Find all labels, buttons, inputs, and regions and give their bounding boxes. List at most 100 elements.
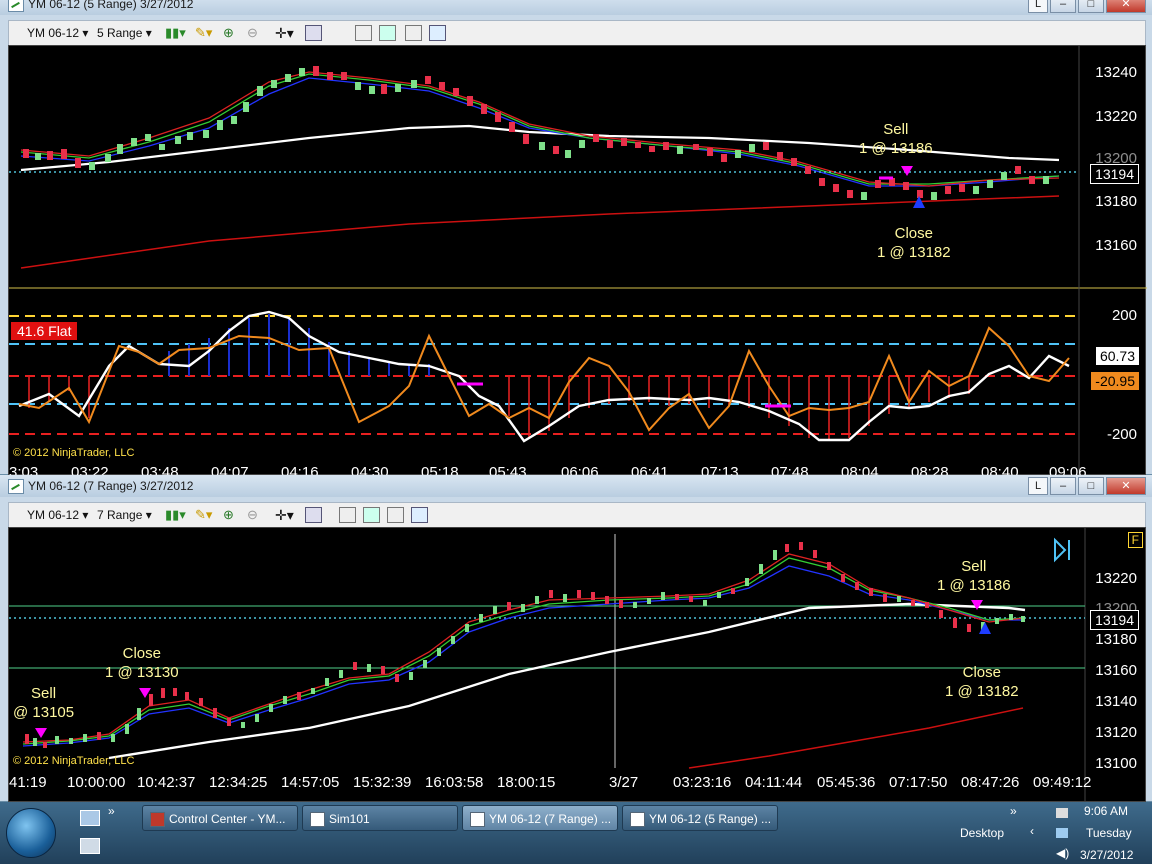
y-tick: 13160 [1095, 662, 1137, 679]
x-tick: 03:23:16 [673, 774, 732, 791]
show-desktop-icon[interactable] [80, 810, 100, 826]
instrument-select[interactable]: YM 06-12 ▾ [27, 508, 88, 522]
overflow-chevron-icon[interactable]: » [108, 804, 115, 818]
x-tick: 10:00:00 [67, 774, 126, 791]
lock-button[interactable]: L [1028, 0, 1048, 13]
x-tick: 04:11:44 [745, 774, 803, 791]
x-tick: 05:45:36 [817, 774, 876, 791]
close-annotation: Close 1 @ 13182 [877, 225, 951, 261]
sell-annotation: Sell 1 @ 13186 [859, 121, 933, 157]
network-icon[interactable] [1056, 808, 1068, 818]
price-chart-bottom[interactable]: 13220 13200 13180 13160 13140 13120 1310… [8, 527, 1146, 802]
desktop-toolbar-label[interactable]: Desktop [960, 826, 1004, 840]
sell-annotation: Sell @ 13105 [13, 685, 75, 721]
volume-icon[interactable]: ◀) [1056, 846, 1069, 860]
close-annotation: Close 1 @ 13182 [945, 664, 1019, 700]
chart-style-icon[interactable]: ▮▮▾ [165, 25, 186, 40]
fill-label[interactable]: F [1127, 532, 1143, 548]
y-tick: 13220 [1095, 108, 1137, 125]
indicator-y-tick: 200 [1111, 307, 1137, 324]
sell-annotation: Sell 1 @ 13186 [937, 558, 1011, 594]
indicator-y-tick: -200 [1106, 426, 1137, 443]
window-titlebar[interactable]: YM 06-12 (7 Range) 3/27/2012 L – □ ✕ [0, 475, 1152, 497]
buy-arrow [979, 622, 991, 634]
magnifier-icon[interactable] [305, 507, 322, 523]
x-tick: 16:03:58 [425, 774, 484, 791]
tray-overflow-icon[interactable]: » [1010, 804, 1017, 818]
x-tick: 07:17:50 [889, 774, 948, 791]
sell-arrow [35, 728, 47, 738]
x-tick: 15:32:39 [353, 774, 412, 791]
clock-date: 3/27/2012 [1080, 848, 1134, 862]
zoom-out-icon[interactable]: ⊖ [247, 25, 262, 40]
last-price-box: 13194 [1090, 610, 1139, 630]
chart-icon [470, 812, 485, 827]
period-select[interactable]: 5 Range ▾ [97, 26, 152, 40]
chart-icon [630, 812, 645, 827]
crosshair-icon[interactable]: ✛▾ [275, 507, 294, 523]
maximize-button[interactable]: □ [1078, 477, 1104, 495]
crosshair-icon[interactable]: ✛▾ [275, 25, 294, 41]
y-tick: 13140 [1095, 693, 1137, 710]
chart-window-7-range: YM 06-12 (7 Range) 3/27/2012 L – □ ✕ YM … [0, 475, 1152, 802]
clock-time[interactable]: 9:06 AM [1084, 804, 1128, 818]
indicator-value-orange: -20.95 [1091, 372, 1139, 390]
quicklaunch-icon[interactable] [80, 838, 100, 854]
last-price-box: 13194 [1090, 164, 1139, 184]
x-tick: 14:57:05 [281, 774, 340, 791]
close-button[interactable]: ✕ [1106, 0, 1146, 13]
close-button[interactable]: ✕ [1106, 477, 1146, 495]
window-title: YM 06-12 (7 Range) 3/27/2012 [28, 479, 194, 493]
minimize-button[interactable]: – [1050, 0, 1076, 13]
chart-toolbar: YM 06-12 ▾ 7 Range ▾ ▮▮▾ ✎▾ ⊕ ⊖ ✛▾ [8, 502, 1146, 528]
magnifier-icon[interactable] [305, 25, 322, 41]
x-tick: 41:19 [9, 774, 47, 791]
sell-arrow [971, 600, 983, 610]
x-tick: 10:42:37 [137, 774, 196, 791]
taskbar-button-control-center[interactable]: Control Center - YM... [142, 805, 298, 831]
zoom-in-icon[interactable]: ⊕ [223, 507, 238, 522]
taskbar-button-7-range[interactable]: YM 06-12 (7 Range) ... [462, 805, 618, 831]
chart-style-icon[interactable]: ▮▮▾ [165, 507, 186, 522]
sell-arrow [901, 166, 913, 176]
draw-pencil-icon[interactable]: ✎▾ [195, 25, 212, 40]
scroll-end-icon [1054, 537, 1067, 563]
start-button[interactable] [6, 808, 56, 858]
zoom-out-icon[interactable]: ⊖ [247, 507, 262, 522]
zoom-in-icon[interactable]: ⊕ [223, 25, 238, 40]
properties-icon[interactable] [411, 507, 428, 523]
x-tick: 3/27 [609, 774, 639, 791]
chevron-left-icon[interactable]: ‹ [1030, 824, 1034, 838]
taskbar-button-5-range[interactable]: YM 06-12 (5 Range) ... [622, 805, 778, 831]
price-chart-top[interactable]: 13240 13220 13200 13180 13160 13194 Sell… [8, 45, 1147, 481]
bars-icon[interactable] [355, 25, 372, 41]
draw-pencil-icon[interactable]: ✎▾ [195, 507, 212, 522]
display-icon[interactable] [1056, 828, 1068, 838]
instrument-select[interactable]: YM 06-12 ▾ [27, 26, 88, 40]
clock-day: Tuesday [1086, 826, 1132, 840]
indicator-icon[interactable] [379, 25, 396, 41]
indicator-badge: 41.6 Flat [11, 322, 78, 340]
y-tick: 13220 [1095, 570, 1137, 587]
chart-toolbar: YM 06-12 ▾ 5 Range ▾ ▮▮▾ ✎▾ ⊕ ⊖ ✛▾ [8, 20, 1146, 46]
y-tick: 13120 [1095, 724, 1137, 741]
maximize-button[interactable]: □ [1078, 0, 1104, 13]
chart-app-icon [8, 0, 24, 12]
lock-button[interactable]: L [1028, 477, 1048, 495]
x-tick: 12:34:25 [209, 774, 268, 791]
taskbar-button-sim101[interactable]: Sim101 [302, 805, 458, 831]
taskbar: » Control Center - YM... Sim101 YM 06-12… [0, 802, 1152, 864]
strategy-icon[interactable] [387, 507, 404, 523]
strategy-icon[interactable] [405, 25, 422, 41]
x-tick: 18:00:15 [497, 774, 556, 791]
bars-icon[interactable] [339, 507, 356, 523]
indicator-icon[interactable] [363, 507, 380, 523]
close-annotation: Close 1 @ 13130 [105, 645, 179, 681]
window-titlebar[interactable]: YM 06-12 (5 Range) 3/27/2012 L – □ ✕ [0, 0, 1152, 15]
y-tick: 13160 [1095, 237, 1137, 254]
y-tick: 13180 [1095, 193, 1137, 210]
properties-icon[interactable] [429, 25, 446, 41]
period-select[interactable]: 7 Range ▾ [97, 508, 152, 522]
minimize-button[interactable]: – [1050, 477, 1076, 495]
chart-app-icon [8, 479, 24, 494]
